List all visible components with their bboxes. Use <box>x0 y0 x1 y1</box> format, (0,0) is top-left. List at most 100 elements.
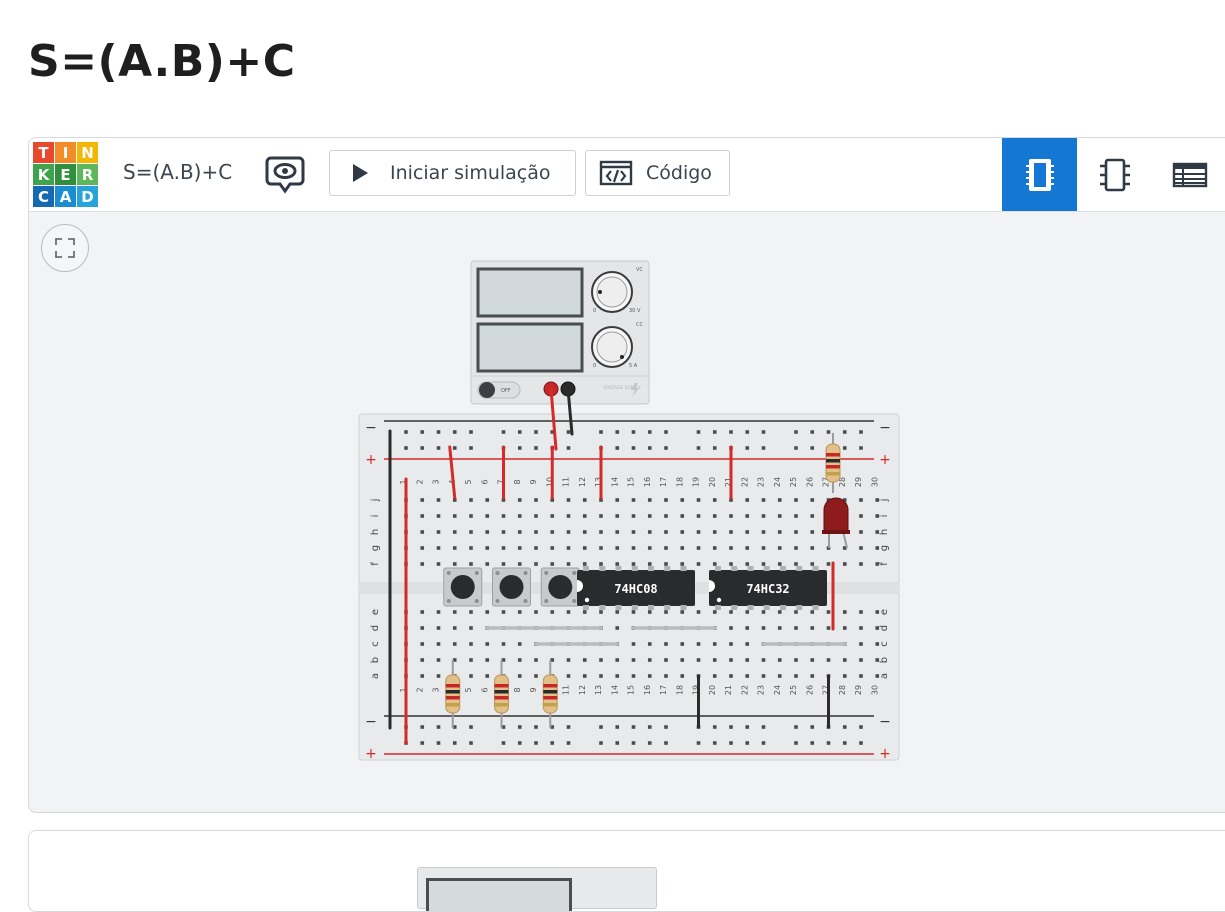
terminal-hole[interactable] <box>810 610 815 614</box>
terminal-hole[interactable] <box>550 514 555 518</box>
terminal-hole[interactable] <box>566 674 571 678</box>
terminal-hole[interactable] <box>859 514 863 518</box>
rail-hole[interactable] <box>615 725 620 729</box>
rail-hole[interactable] <box>469 446 473 450</box>
rail-hole[interactable] <box>469 430 473 434</box>
rail-hole[interactable] <box>631 446 636 450</box>
rail-hole[interactable] <box>647 725 652 729</box>
terminal-hole[interactable] <box>420 530 425 534</box>
terminal-hole[interactable] <box>712 610 717 614</box>
terminal-hole[interactable] <box>664 674 668 678</box>
terminal-hole[interactable] <box>469 546 473 550</box>
terminal-hole[interactable] <box>777 610 782 614</box>
rail-hole[interactable] <box>712 741 717 745</box>
terminal-hole[interactable] <box>745 674 750 678</box>
terminal-hole[interactable] <box>534 514 538 518</box>
terminal-hole[interactable] <box>436 642 441 646</box>
terminal-hole[interactable] <box>777 658 782 662</box>
rail-hole[interactable] <box>664 741 668 745</box>
rail-hole[interactable] <box>534 430 538 434</box>
rail-hole[interactable] <box>420 741 425 745</box>
terminal-hole[interactable] <box>485 562 490 566</box>
terminal-hole[interactable] <box>420 626 425 630</box>
terminal-hole[interactable] <box>777 498 782 502</box>
terminal-hole[interactable] <box>615 514 620 518</box>
pulldown-resistor[interactable] <box>494 674 509 714</box>
terminal-hole[interactable] <box>469 610 473 614</box>
code-button[interactable]: Código <box>585 150 730 196</box>
terminal-hole[interactable] <box>777 546 782 550</box>
terminal-hole[interactable] <box>501 530 506 534</box>
terminal-hole[interactable] <box>680 530 685 534</box>
terminal-hole[interactable] <box>647 562 652 566</box>
terminal-hole[interactable] <box>615 562 620 566</box>
terminal-hole[interactable] <box>517 530 522 534</box>
rail-hole[interactable] <box>859 741 863 745</box>
rail-hole[interactable] <box>842 741 847 745</box>
terminal-hole[interactable] <box>420 498 425 502</box>
terminal-hole[interactable] <box>842 674 847 678</box>
terminal-hole[interactable] <box>599 674 603 678</box>
rail-hole[interactable] <box>712 725 717 729</box>
terminal-hole[interactable] <box>664 642 668 646</box>
terminal-hole[interactable] <box>582 610 587 614</box>
output-led[interactable] <box>823 497 849 533</box>
rail-hole[interactable] <box>452 430 457 434</box>
rail-hole[interactable] <box>794 725 798 729</box>
rail-hole[interactable] <box>712 446 717 450</box>
terminal-hole[interactable] <box>777 626 782 630</box>
terminal-hole[interactable] <box>485 498 490 502</box>
rail-hole[interactable] <box>566 725 571 729</box>
rail-hole[interactable] <box>631 725 636 729</box>
terminal-hole[interactable] <box>794 530 798 534</box>
terminal-hole[interactable] <box>680 658 685 662</box>
terminal-hole[interactable] <box>745 610 750 614</box>
schematic-view-button[interactable] <box>1077 138 1152 211</box>
terminal-hole[interactable] <box>810 498 815 502</box>
terminal-hole[interactable] <box>680 514 685 518</box>
terminal-hole[interactable] <box>647 498 652 502</box>
terminal-hole[interactable] <box>794 498 798 502</box>
rail-hole[interactable] <box>859 725 863 729</box>
terminal-hole[interactable] <box>696 658 701 662</box>
terminal-hole[interactable] <box>794 674 798 678</box>
terminal-hole[interactable] <box>761 658 766 662</box>
terminal-hole[interactable] <box>501 562 506 566</box>
terminal-hole[interactable] <box>566 658 571 662</box>
rail-hole[interactable] <box>810 741 815 745</box>
terminal-hole[interactable] <box>859 610 863 614</box>
terminal-hole[interactable] <box>517 658 522 662</box>
terminal-hole[interactable] <box>517 498 522 502</box>
terminal-hole[interactable] <box>842 562 847 566</box>
terminal-hole[interactable] <box>729 626 733 630</box>
pulldown-resistor[interactable] <box>445 674 461 714</box>
terminal-hole[interactable] <box>485 610 490 614</box>
terminal-hole[interactable] <box>452 626 457 630</box>
terminal-hole[interactable] <box>664 530 668 534</box>
tinkercad-logo[interactable]: T I N K E R C A D <box>33 142 99 208</box>
terminal-hole[interactable] <box>436 626 441 630</box>
terminal-hole[interactable] <box>599 530 603 534</box>
rail-hole[interactable] <box>469 725 473 729</box>
rail-hole[interactable] <box>826 430 831 434</box>
terminal-hole[interactable] <box>777 562 782 566</box>
pulldown-resistor[interactable] <box>542 674 558 714</box>
terminal-hole[interactable] <box>534 546 538 550</box>
terminal-hole[interactable] <box>761 562 766 566</box>
terminal-hole[interactable] <box>810 546 815 550</box>
rail-hole[interactable] <box>517 430 522 434</box>
terminal-hole[interactable] <box>599 514 603 518</box>
terminal-hole[interactable] <box>842 658 847 662</box>
terminal-hole[interactable] <box>647 658 652 662</box>
terminal-hole[interactable] <box>550 610 555 614</box>
terminal-hole[interactable] <box>664 658 668 662</box>
terminal-hole[interactable] <box>615 626 620 630</box>
terminal-hole[interactable] <box>696 610 701 614</box>
terminal-hole[interactable] <box>647 514 652 518</box>
terminal-hole[interactable] <box>712 546 717 550</box>
terminal-hole[interactable] <box>420 514 425 518</box>
terminal-hole[interactable] <box>420 642 425 646</box>
rail-hole[interactable] <box>517 725 522 729</box>
terminal-hole[interactable] <box>680 610 685 614</box>
rail-hole[interactable] <box>517 446 522 450</box>
